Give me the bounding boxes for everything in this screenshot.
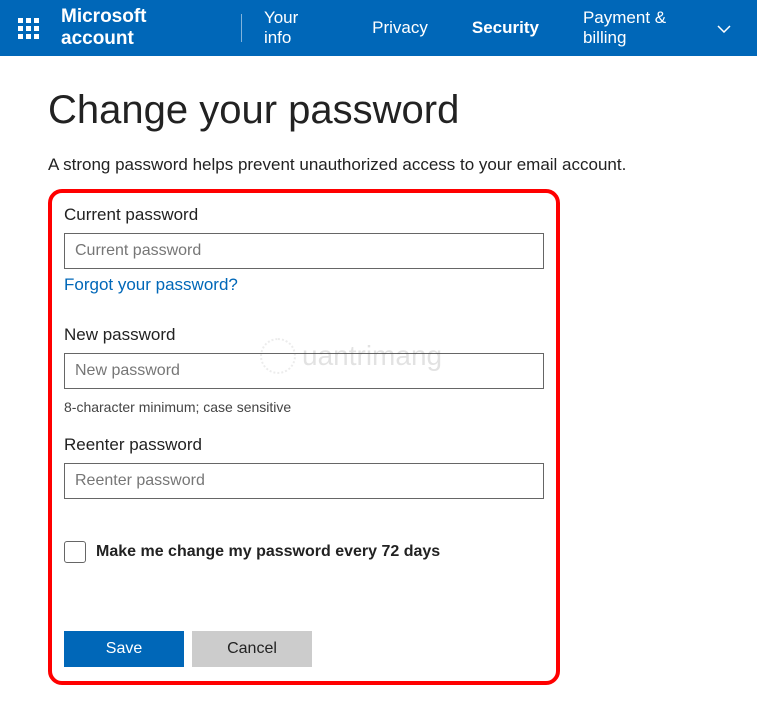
new-password-group: New password 8-character minimum; case s… <box>64 325 544 415</box>
save-button[interactable]: Save <box>64 631 184 667</box>
cancel-button[interactable]: Cancel <box>192 631 312 667</box>
current-password-label: Current password <box>64 205 544 225</box>
page-title: Change your password <box>48 88 709 133</box>
page-content: Change your password A strong password h… <box>0 56 757 717</box>
reenter-password-label: Reenter password <box>64 435 544 455</box>
nav-privacy[interactable]: Privacy <box>350 18 450 38</box>
force-change-row: Make me change my password every 72 days <box>64 541 544 563</box>
apps-launcher-icon[interactable] <box>4 18 53 39</box>
password-form-outline: Current password Forgot your password? N… <box>48 189 560 685</box>
top-header: Microsoft account Your info Privacy Secu… <box>0 0 757 56</box>
new-password-input[interactable] <box>64 353 544 389</box>
password-hint: 8-character minimum; case sensitive <box>64 399 544 415</box>
brand-title[interactable]: Microsoft account <box>53 6 241 50</box>
nav-payment-label: Payment & billing <box>583 8 709 48</box>
reenter-password-group: Reenter password <box>64 435 544 505</box>
nav-your-info[interactable]: Your info <box>242 8 350 48</box>
current-password-group: Current password Forgot your password? <box>64 205 544 313</box>
new-password-label: New password <box>64 325 544 345</box>
button-row: Save Cancel <box>64 631 544 667</box>
force-change-checkbox[interactable] <box>64 541 86 563</box>
force-change-label: Make me change my password every 72 days <box>96 543 440 561</box>
page-subtitle: A strong password helps prevent unauthor… <box>48 155 709 175</box>
chevron-down-icon <box>717 18 731 38</box>
current-password-input[interactable] <box>64 233 544 269</box>
forgot-password-link[interactable]: Forgot your password? <box>64 275 238 295</box>
nav-payment-billing[interactable]: Payment & billing <box>561 8 753 48</box>
reenter-password-input[interactable] <box>64 463 544 499</box>
nav-security[interactable]: Security <box>450 18 561 38</box>
